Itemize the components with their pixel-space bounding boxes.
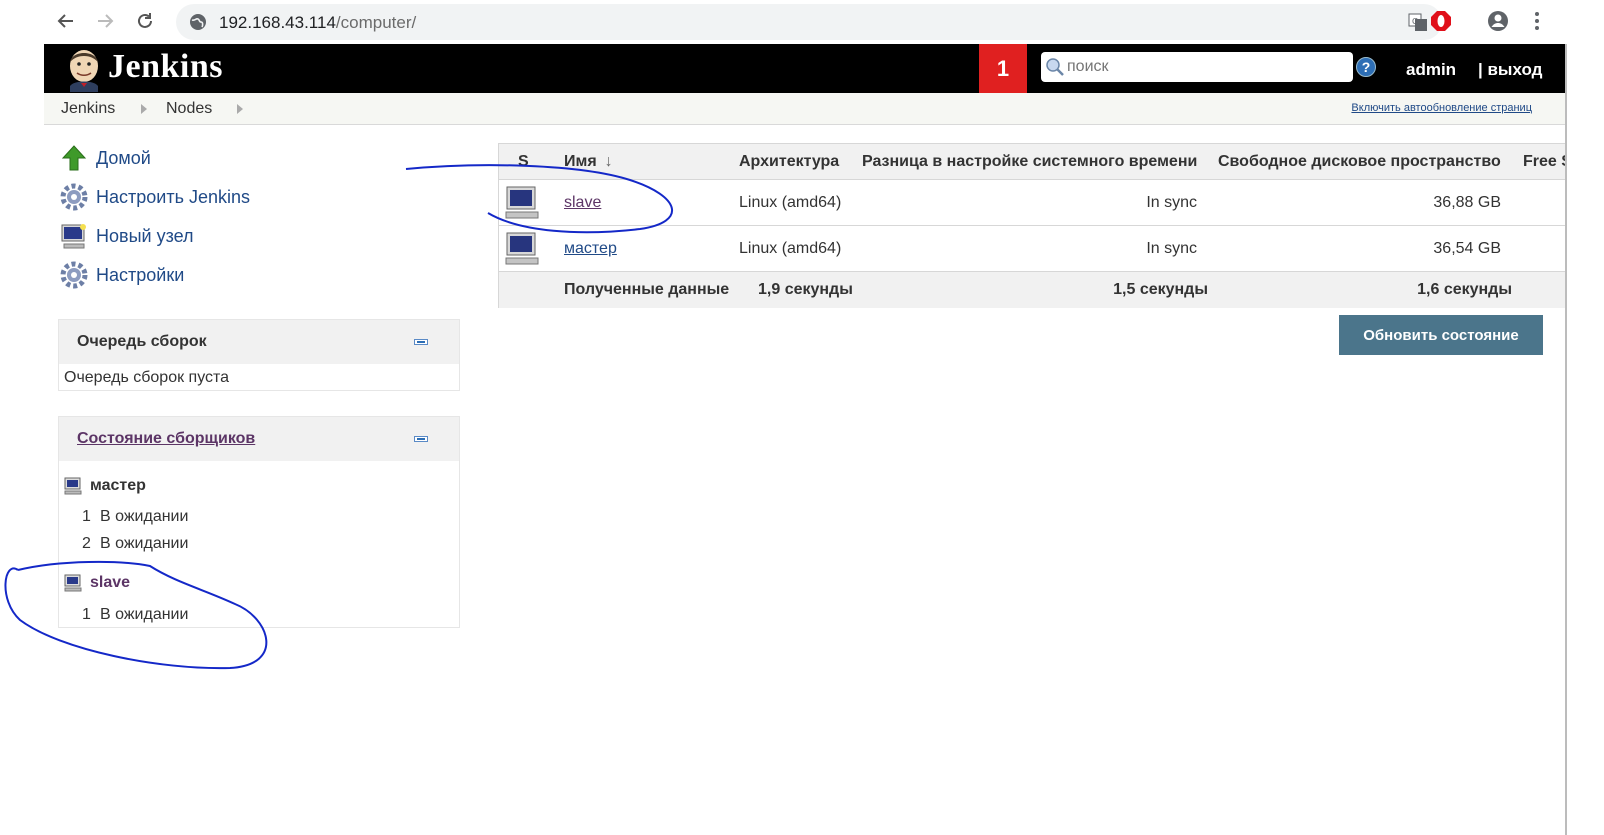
build-queue-header: Очередь сборок	[59, 320, 459, 364]
search-icon	[1046, 58, 1064, 76]
table-header-row: S Имя ↓ Архитектура Разница в настройке с…	[499, 144, 1572, 180]
window-edge	[1565, 44, 1604, 835]
column-header-name[interactable]: Имя ↓	[564, 144, 613, 179]
help-icon[interactable]: ?	[1356, 57, 1376, 77]
task-configure-jenkins[interactable]: Настроить Jenkins	[60, 181, 250, 213]
node-status-icon	[504, 226, 540, 271]
computer-icon	[64, 574, 82, 592]
executors-header: Состояние сборщиков	[59, 417, 459, 461]
build-queue-empty: Очередь сборок пуста	[64, 369, 230, 386]
breadcrumb-jenkins[interactable]: Jenkins	[61, 100, 115, 118]
executor-row: 1В ожидании	[82, 508, 189, 525]
browser-toolbar: 192.168.43.114/computer/ G	[0, 0, 1604, 43]
table-row: мастер Linux (amd64) In sync 36,54 GB	[499, 226, 1569, 272]
node-architecture: Linux (amd64)	[739, 193, 842, 211]
column-header-disk[interactable]: Свободное дисковое пространство	[1218, 144, 1501, 179]
jenkins-header: Jenkins 1 ? admin | выход	[44, 44, 1604, 93]
node-disk-space: 36,88 GB	[1433, 193, 1501, 211]
executors-title-link[interactable]: Состояние сборщиков	[77, 430, 255, 448]
autorefresh-link[interactable]: Включить автообновление страниц	[1351, 102, 1532, 114]
jenkins-logo-icon[interactable]	[62, 46, 106, 92]
svg-text:G: G	[1412, 17, 1418, 26]
search-box[interactable]	[1041, 52, 1353, 82]
breadcrumb-separator[interactable]	[141, 104, 147, 114]
logout-link[interactable]: | выход	[1478, 60, 1542, 80]
node-status-icon	[504, 180, 540, 225]
footer-clock-time: 1,5 секунды	[1113, 281, 1208, 298]
refresh-status-button[interactable]: Обновить состояние	[1339, 315, 1543, 355]
node-clock-diff: In sync	[1146, 239, 1197, 257]
table-row: slave Linux (amd64) In sync 36,88 GB	[499, 180, 1569, 226]
node-architecture: Linux (amd64)	[739, 239, 842, 257]
opera-icon[interactable]	[1430, 10, 1452, 32]
sort-arrow-icon: ↓	[604, 152, 613, 170]
home-arrow-icon	[61, 145, 87, 171]
node-link-slave[interactable]: slave	[564, 194, 601, 212]
task-home[interactable]: Домой	[60, 142, 151, 174]
account-icon[interactable]	[1487, 10, 1509, 32]
column-header-clock[interactable]: Разница в настройке системного времени	[862, 144, 1197, 179]
nodes-table: S Имя ↓ Архитектура Разница в настройке с…	[498, 143, 1572, 308]
breadcrumb: Jenkins Nodes Включить автообновление ст…	[44, 93, 1604, 125]
executor-node-master[interactable]: мастер	[64, 477, 146, 495]
node-link-master[interactable]: мастер	[564, 240, 617, 258]
forward-icon[interactable]	[90, 6, 120, 36]
node-clock-diff: In sync	[1146, 193, 1197, 211]
gear-icon	[60, 261, 88, 289]
user-link[interactable]: admin	[1406, 60, 1456, 80]
search-input[interactable]	[1065, 55, 1345, 79]
footer-disk-time: 1,6 секунды	[1417, 281, 1512, 298]
task-new-node[interactable]: Новый узел	[60, 220, 194, 252]
globe-icon	[190, 14, 206, 30]
collapse-icon[interactable]	[414, 339, 428, 345]
footer-arch-time: 1,9 секунды	[758, 281, 853, 298]
app-title[interactable]: Jenkins	[108, 48, 223, 86]
collapse-icon[interactable]	[414, 436, 428, 442]
translate-icon[interactable]: G	[1408, 12, 1428, 32]
breadcrumb-separator[interactable]	[237, 104, 243, 114]
address-bar[interactable]: 192.168.43.114/computer/ G	[176, 4, 1442, 40]
node-disk-space: 36,54 GB	[1433, 239, 1501, 257]
table-footer-row: Полученные данные 1,9 секунды 1,5 секунд…	[499, 272, 1569, 308]
task-settings[interactable]: Настройки	[60, 259, 184, 291]
computer-icon	[61, 224, 86, 249]
reload-icon[interactable]	[130, 6, 160, 36]
breadcrumb-nodes[interactable]: Nodes	[166, 100, 212, 118]
back-icon[interactable]	[51, 6, 81, 36]
menu-icon[interactable]	[1526, 10, 1548, 32]
executor-node-slave[interactable]: slave	[64, 574, 130, 592]
column-header-architecture[interactable]: Архитектура	[739, 144, 839, 179]
footer-label: Полученные данные	[564, 281, 730, 298]
notification-badge[interactable]: 1	[979, 44, 1027, 93]
computer-icon	[64, 477, 82, 495]
build-queue-title: Очередь сборок	[77, 333, 207, 350]
build-queue-pane: Очередь сборок Очередь сборок пуста	[58, 319, 460, 391]
column-header-status[interactable]: S	[518, 144, 529, 179]
url-text: 192.168.43.114/computer/	[219, 13, 417, 32]
executor-row: 1В ожидании	[82, 606, 189, 623]
gear-icon	[60, 183, 88, 211]
executor-row: 2В ожидании	[82, 535, 189, 552]
